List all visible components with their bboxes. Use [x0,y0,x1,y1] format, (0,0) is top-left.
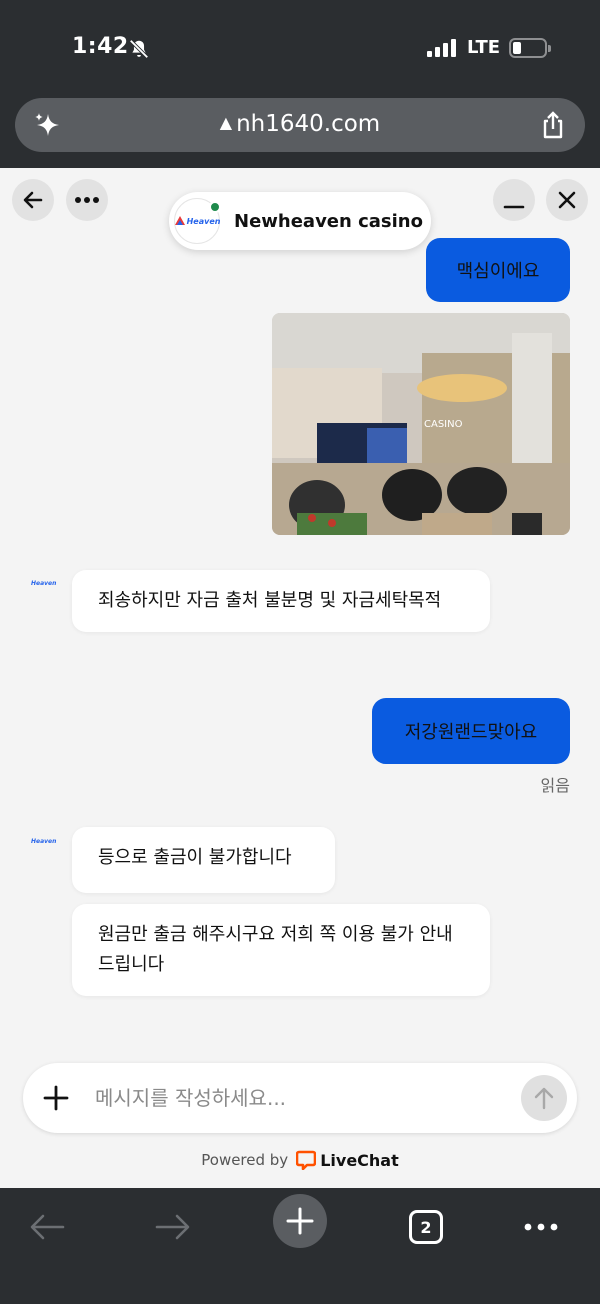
powered-by-label: Powered by [201,1151,289,1169]
arrow-up-icon [534,1087,554,1110]
online-status-dot [209,201,221,213]
back-button[interactable] [12,179,54,221]
livechat-brand[interactable]: LiveChat [296,1150,399,1170]
svg-text:CASINO: CASINO [424,419,463,430]
message-composer [23,1063,577,1133]
casino-lobby-photo: CASINO [272,313,570,535]
livechat-logo-icon [296,1150,317,1170]
url-display[interactable]: ▲ nh1640.com [15,111,585,137]
browser-back-button[interactable] [20,1200,74,1254]
url-text: nh1640.com [236,111,381,137]
more-dots-icon [524,1223,558,1231]
message-input[interactable] [95,1081,495,1115]
browser-menu-button[interactable] [514,1200,568,1254]
address-bar[interactable]: ▲ nh1640.com [15,98,585,152]
browser-top-chrome: 1:42 LTE ▲ nh1640.com [0,0,600,168]
agent-avatar-small: Heaven [30,578,56,592]
newheaven-logo: Heaven [31,579,57,587]
message-text: 죄송하지만 자금 출처 불분명 및 자금세탁목적 [98,590,442,611]
tab-count: 2 [409,1210,443,1244]
livechat-brand-text: LiveChat [320,1150,399,1170]
message-text: 저강원랜드맞아요 [404,722,538,743]
new-tab-button[interactable] [273,1194,327,1248]
message-incoming: 등으로 출금이 불가합니다 [72,827,335,893]
newheaven-logo: Heaven [174,215,220,227]
read-status: 읽음 [540,776,570,795]
message-incoming: 죄송하지만 자금 출처 불분명 및 자금세탁목적 [72,570,490,632]
message-text: 등으로 출금이 불가합니다 [98,847,292,868]
minimize-button[interactable] [493,179,535,221]
browser-forward-button[interactable] [146,1200,200,1254]
warning-icon: ▲ [219,113,233,132]
bell-muted-icon [129,39,149,59]
agent-header[interactable]: Heaven Newheaven casino [169,192,431,250]
arrow-left-icon [23,191,43,209]
minimize-icon [503,205,525,209]
more-options-button[interactable] [66,179,108,221]
signal-strength-icon [427,39,456,57]
message-image[interactable]: CASINO [272,313,570,535]
browser-bottom-bar: 2 [0,1188,600,1304]
more-dots-icon [75,197,99,203]
tabs-button[interactable]: 2 [399,1200,453,1254]
agent-name: Newheaven casino [234,210,423,232]
powered-by: Powered by LiveChat [0,1150,600,1170]
battery-icon [509,38,551,58]
close-icon [558,191,576,209]
attach-plus-icon[interactable] [43,1085,69,1111]
message-text: 원금만 출금 해주시구요 저희 쪽 이용 불가 안내 드립니다 [98,924,453,975]
arrow-left-icon [30,1214,65,1240]
close-button[interactable] [546,179,588,221]
message-text: 맥심이에요 [456,261,540,282]
network-type: LTE [467,37,501,58]
share-icon[interactable] [539,110,567,140]
message-outgoing: 저강원랜드맞아요 [372,698,570,764]
newheaven-logo: Heaven [31,837,57,845]
message-outgoing: 맥심이에요 [426,238,570,302]
send-button[interactable] [521,1075,567,1121]
arrow-right-icon [155,1214,190,1240]
plus-icon [286,1207,314,1235]
agent-avatar: Heaven [174,198,221,244]
message-incoming: 원금만 출금 해주시구요 저희 쪽 이용 불가 안내 드립니다 [72,904,490,996]
agent-avatar-small: Heaven [30,836,56,850]
status-time: 1:42 [72,34,129,59]
